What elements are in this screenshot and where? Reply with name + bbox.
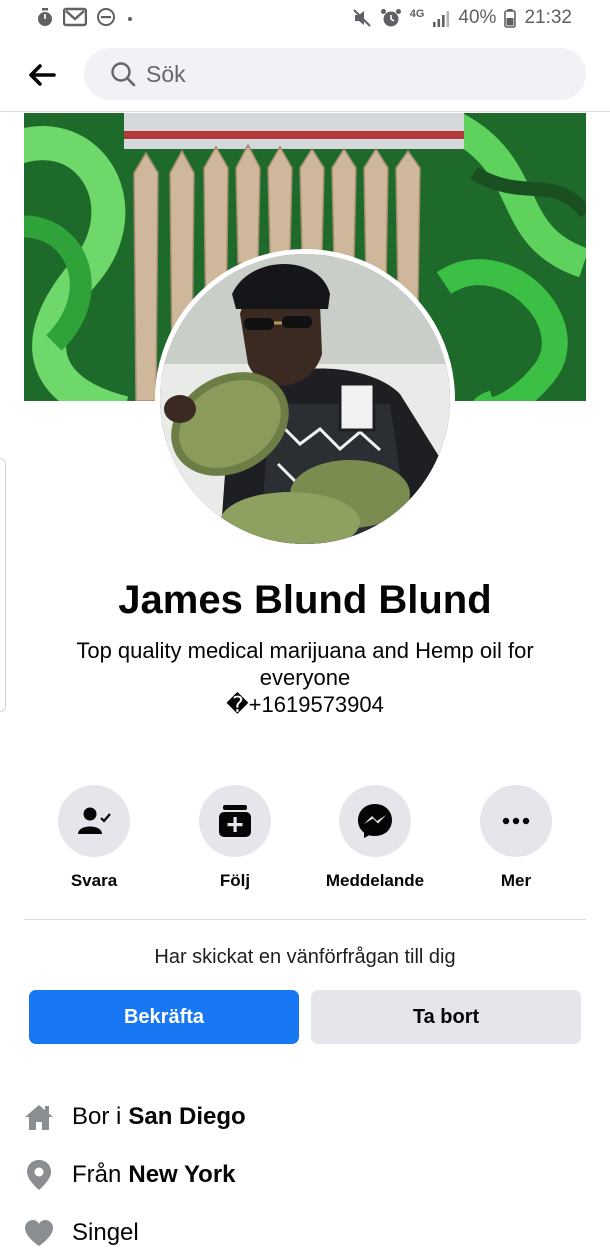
person-check-icon bbox=[58, 785, 130, 857]
status-right-icons: 4G 40% 21:32 bbox=[352, 7, 572, 29]
delete-request-button[interactable]: Ta bort bbox=[311, 990, 581, 1044]
profile-actions: Svara Följ Meddelande Mer bbox=[0, 785, 610, 895]
status-left-icons bbox=[36, 7, 135, 27]
more-dots-icon bbox=[480, 785, 552, 857]
section-divider bbox=[24, 919, 586, 920]
info-lives-in: Bor i San Diego bbox=[22, 1097, 582, 1137]
signal-icon bbox=[432, 8, 450, 28]
relationship-status: Singel bbox=[72, 1219, 139, 1246]
more-label: Mer bbox=[500, 871, 532, 890]
message-button[interactable]: Meddelande bbox=[305, 785, 445, 891]
heart-icon bbox=[22, 1216, 56, 1250]
info-relationship: Singel bbox=[22, 1213, 582, 1253]
stopwatch-icon bbox=[36, 7, 54, 27]
back-arrow-icon bbox=[29, 64, 56, 86]
profile-name: James Blund Blund bbox=[118, 578, 492, 622]
alarm-icon bbox=[380, 8, 402, 28]
confirm-button[interactable]: Bekräfta bbox=[29, 990, 299, 1044]
location-pin-icon bbox=[22, 1158, 56, 1192]
search-icon bbox=[111, 62, 136, 87]
bio-text: Top quality medical marijuana and Hemp o… bbox=[76, 638, 534, 690]
search-placeholder: Sök bbox=[146, 60, 186, 87]
message-label: Meddelande bbox=[325, 871, 425, 890]
lives-prefix: Bor i bbox=[72, 1103, 122, 1130]
from-place[interactable]: New York bbox=[128, 1161, 235, 1189]
mute-icon bbox=[352, 8, 372, 28]
top-bar: Sök bbox=[0, 38, 610, 112]
messenger-icon bbox=[339, 785, 411, 857]
respond-label: Svara bbox=[70, 871, 118, 890]
notification-dot-icon bbox=[125, 7, 135, 27]
battery-icon bbox=[504, 8, 517, 28]
follow-button[interactable]: Följ bbox=[165, 785, 305, 891]
follow-plus-icon bbox=[199, 785, 271, 857]
lives-place[interactable]: San Diego bbox=[128, 1103, 245, 1131]
status-bar: 4G 40% 21:32 bbox=[0, 0, 610, 36]
network-type-label: 4G bbox=[409, 8, 425, 20]
bio-phone: �+1619573904 bbox=[226, 692, 384, 717]
from-prefix: Från bbox=[72, 1161, 122, 1188]
follow-label: Följ bbox=[219, 871, 251, 890]
do-not-disturb-icon bbox=[96, 7, 116, 27]
search-input[interactable]: Sök bbox=[84, 48, 586, 100]
respond-button[interactable]: Svara bbox=[24, 785, 164, 891]
home-icon bbox=[22, 1100, 56, 1134]
info-from: Från New York bbox=[22, 1155, 582, 1195]
battery-percent: 40% bbox=[458, 7, 497, 28]
profile-bio: Top quality medical marijuana and Hemp o… bbox=[40, 637, 570, 718]
friend-request-text: Har skickat en vänförfrågan till dig bbox=[154, 946, 456, 968]
gmail-icon bbox=[63, 7, 87, 27]
profile-picture[interactable] bbox=[155, 249, 455, 549]
more-button[interactable]: Mer bbox=[446, 785, 586, 891]
clock-time: 21:32 bbox=[524, 7, 572, 28]
back-button[interactable] bbox=[24, 60, 60, 90]
